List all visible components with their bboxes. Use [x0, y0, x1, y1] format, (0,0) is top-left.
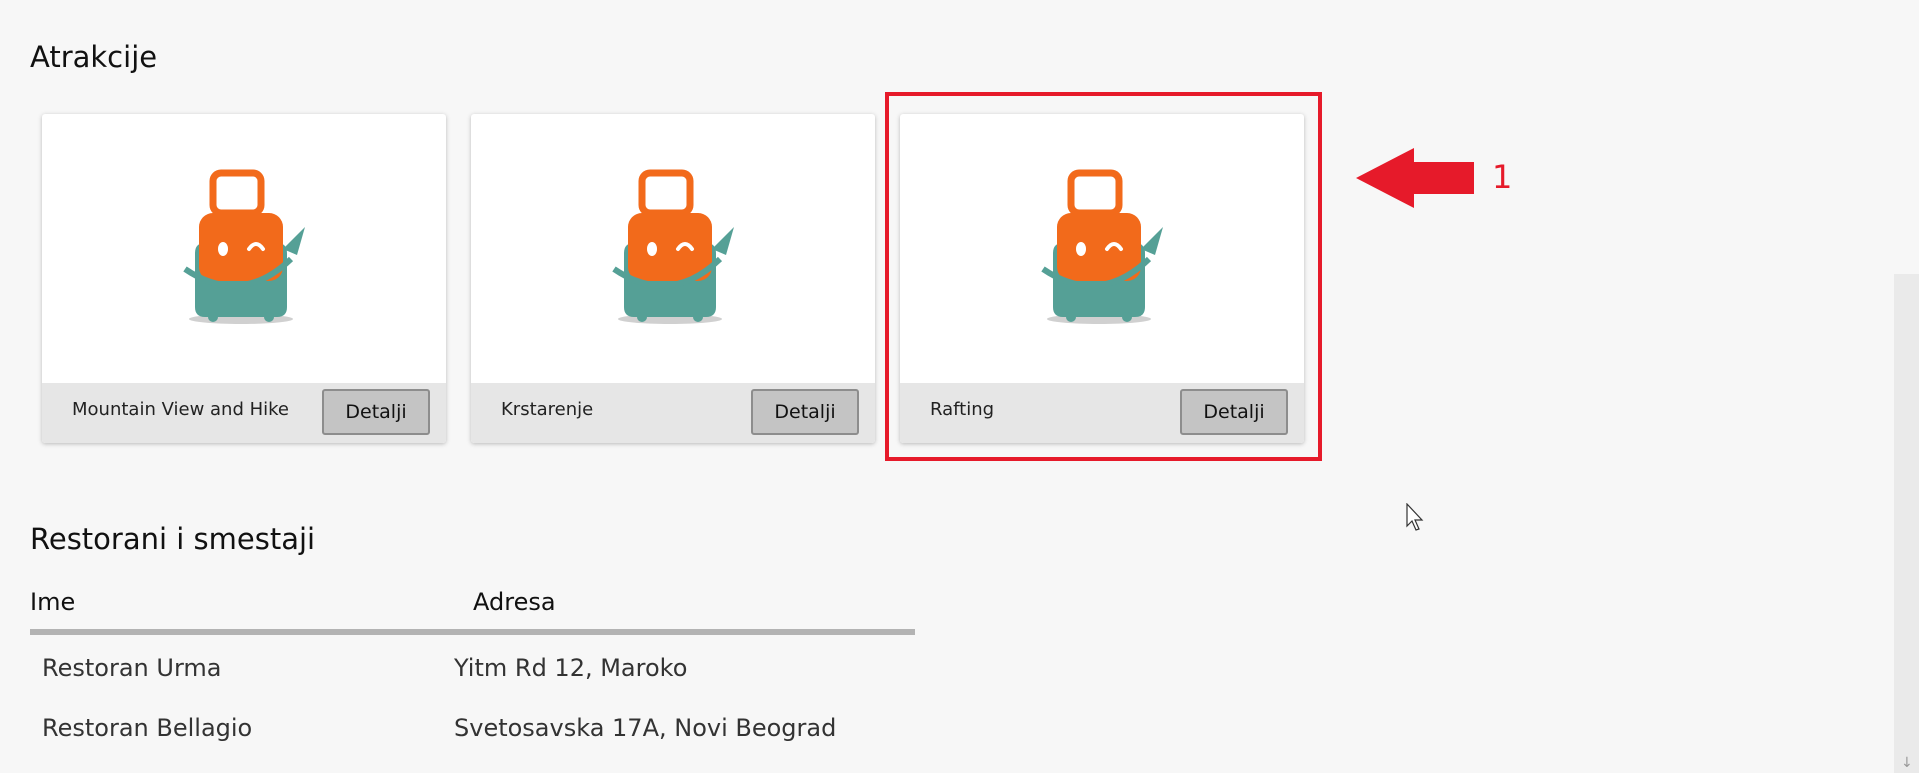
attraction-name: Krstarenje	[501, 399, 594, 420]
vertical-scrollbar[interactable]: ↓	[1894, 274, 1919, 773]
details-button[interactable]: Detalji	[322, 389, 430, 435]
table-cell-address: Svetosavska 17A, Novi Beograd	[454, 714, 837, 742]
table-cell-name: Restoran Bellagio	[42, 714, 253, 742]
card-footer: Krstarenje Detalji	[471, 383, 875, 443]
details-button[interactable]: Detalji	[751, 389, 859, 435]
attractions-heading: Atrakcije	[30, 40, 158, 74]
mouse-pointer-icon	[1406, 503, 1424, 531]
attraction-card[interactable]: Mountain View and Hike Detalji	[42, 114, 446, 443]
restaurants-heading: Restorani i smestaji	[30, 522, 316, 556]
highlight-annotation-box	[885, 92, 1322, 461]
attraction-card[interactable]: Krstarenje Detalji	[471, 114, 875, 443]
column-header-name: Ime	[30, 588, 76, 616]
card-footer: Mountain View and Hike Detalji	[42, 383, 446, 443]
attraction-name: Mountain View and Hike	[72, 399, 289, 420]
table-cell-address: Yitm Rd 12, Maroko	[454, 654, 688, 682]
suitcase-logo-icon	[42, 114, 446, 383]
table-cell-name: Restoran Urma	[42, 654, 222, 682]
suitcase-logo-icon	[471, 114, 875, 383]
red-arrow-icon	[1356, 148, 1474, 208]
annotation-number: 1	[1492, 158, 1513, 196]
table-header-divider	[30, 629, 915, 635]
column-header-address: Adresa	[473, 588, 556, 616]
scroll-down-arrow-icon[interactable]: ↓	[1901, 755, 1913, 771]
